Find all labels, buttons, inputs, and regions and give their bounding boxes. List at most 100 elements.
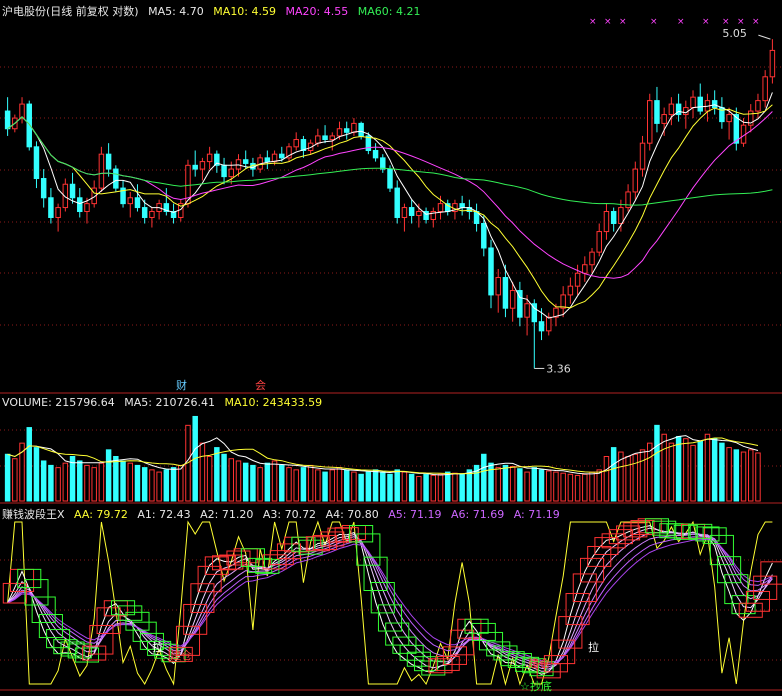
volume-bar bbox=[307, 464, 314, 502]
aa-line bbox=[7, 520, 773, 686]
candle-body bbox=[351, 122, 357, 133]
high-pointer bbox=[758, 34, 771, 40]
volume-bar bbox=[711, 438, 718, 502]
volume-bar bbox=[235, 460, 242, 502]
volume-bar bbox=[315, 469, 321, 502]
volume-bar bbox=[726, 447, 732, 502]
trend-box bbox=[377, 604, 403, 632]
volume-bar bbox=[755, 452, 761, 502]
volume-bar bbox=[77, 460, 83, 502]
volume-bar bbox=[401, 471, 408, 502]
candle-body bbox=[726, 114, 732, 123]
top-x-marker: × bbox=[677, 17, 685, 27]
volume-ma5-line bbox=[7, 435, 759, 476]
build-position-signal-2: 建仓 bbox=[528, 656, 550, 670]
volume-bar bbox=[553, 471, 559, 502]
candle-body bbox=[618, 207, 624, 224]
volume-bar bbox=[408, 473, 415, 502]
volume-bar bbox=[55, 467, 61, 502]
candle-body bbox=[394, 187, 400, 218]
volume-bar bbox=[279, 464, 285, 502]
volume-bar bbox=[214, 447, 220, 502]
candle-body bbox=[343, 128, 350, 133]
volume-bar bbox=[293, 469, 299, 502]
volume-bar bbox=[704, 433, 711, 502]
candle-body bbox=[69, 183, 76, 199]
volume-bar bbox=[141, 467, 148, 502]
ma10-line bbox=[7, 104, 773, 309]
volume-bar bbox=[351, 471, 357, 502]
aa-readout: AA: 79.72 bbox=[74, 508, 128, 521]
candle-body bbox=[380, 157, 386, 170]
volume-bar bbox=[452, 472, 458, 502]
volume-bar bbox=[62, 462, 69, 502]
volume-bar bbox=[596, 469, 602, 502]
volume-bar bbox=[423, 473, 429, 502]
candle-body bbox=[488, 247, 494, 296]
bottom-signal: ☆抄底 bbox=[520, 679, 552, 693]
candle-body bbox=[574, 272, 581, 287]
candle-body bbox=[401, 207, 408, 218]
candle-body bbox=[690, 96, 696, 109]
meeting-marker: 会 bbox=[255, 379, 266, 392]
volume-bar bbox=[582, 473, 588, 502]
volume-bar bbox=[199, 442, 206, 502]
candle-body bbox=[134, 197, 141, 209]
candle-body bbox=[242, 159, 249, 164]
volume-bar bbox=[394, 469, 400, 502]
candle-body bbox=[697, 96, 703, 112]
volume-bar bbox=[697, 440, 703, 502]
candle-body bbox=[77, 197, 83, 213]
candle-body bbox=[141, 207, 148, 218]
stock-chart[interactable]: 5.053.36财 会× × × × × × × × ×拉建仓拉建仓☆抄底 bbox=[0, 0, 782, 696]
volume-bar bbox=[33, 447, 40, 502]
volume-bar bbox=[365, 471, 372, 502]
volume-panel-header: VOLUME: 215796.64 MA5: 210726.41 MA10: 2… bbox=[2, 396, 328, 409]
a6-readout: A6: 71.69 bbox=[451, 508, 505, 521]
candle-body bbox=[755, 100, 761, 112]
finance-marker: 财 bbox=[176, 378, 187, 392]
top-x-marker: × bbox=[604, 17, 612, 27]
candle-body bbox=[509, 290, 516, 309]
candle-body bbox=[495, 277, 501, 296]
top-x-marker: × bbox=[752, 17, 760, 27]
candle-body bbox=[632, 168, 639, 193]
ma20-readout: MA20: 4.55 bbox=[285, 5, 349, 18]
volume-bar bbox=[322, 471, 328, 502]
top-x-marker: × bbox=[702, 17, 710, 27]
volume-bar bbox=[437, 473, 444, 502]
volume-bar bbox=[654, 424, 660, 502]
volume-bar bbox=[40, 460, 47, 502]
price-panel-header: 沪电股份(日线 前复权 对数) MA5: 4.70 MA10: 4.59 MA2… bbox=[2, 3, 426, 19]
candle-body bbox=[293, 139, 299, 148]
candle-body bbox=[279, 153, 285, 159]
candle-body bbox=[315, 135, 321, 144]
candle-body bbox=[33, 146, 40, 180]
ma60-readout: MA60: 4.21 bbox=[357, 5, 421, 18]
volume-bar bbox=[625, 456, 631, 502]
volume-bar bbox=[206, 456, 213, 502]
low-price-label: 3.36 bbox=[546, 362, 571, 375]
volume-bar bbox=[733, 449, 740, 502]
a5-readout: A5: 71.19 bbox=[388, 508, 442, 521]
volume-bar bbox=[329, 469, 336, 502]
candle-body bbox=[19, 103, 25, 119]
volume-bar bbox=[257, 467, 263, 502]
volume-bar bbox=[163, 469, 170, 502]
candle-body bbox=[4, 110, 11, 130]
volume-bar bbox=[26, 427, 32, 502]
candle-body bbox=[48, 197, 54, 218]
volume-bar bbox=[127, 462, 133, 502]
volume-bar bbox=[560, 472, 566, 502]
volume-bar bbox=[524, 471, 530, 502]
volume-bar bbox=[517, 468, 523, 502]
volume-bar bbox=[502, 464, 509, 502]
volume-bar bbox=[178, 464, 184, 502]
volume-bar bbox=[120, 460, 126, 502]
volume-bar bbox=[12, 458, 18, 502]
volume-bar bbox=[242, 462, 249, 502]
candle-body bbox=[113, 168, 119, 189]
candle-body bbox=[437, 203, 444, 213]
ma5-line bbox=[7, 92, 773, 319]
top-x-marker: × bbox=[589, 17, 597, 27]
